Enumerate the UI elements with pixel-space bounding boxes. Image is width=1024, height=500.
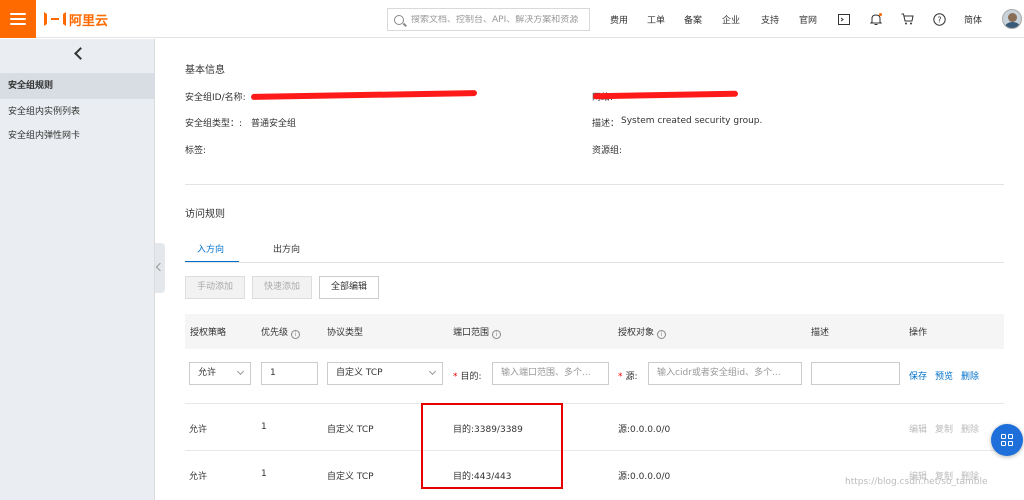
manual-add-button[interactable]: 手动添加	[185, 276, 245, 299]
chevron-down-icon	[428, 367, 437, 376]
chevron-down-icon	[236, 367, 245, 376]
sg-id-label: 安全组ID/名称:	[185, 93, 246, 103]
row-priority: 1	[261, 422, 267, 432]
terminal-icon[interactable]	[837, 12, 851, 26]
info-icon[interactable]: i	[492, 330, 502, 339]
search-box[interactable]	[387, 8, 590, 31]
row-delete-button[interactable]: 删除	[961, 422, 979, 435]
language-switch[interactable]: 简体	[964, 0, 982, 38]
header-policy: 授权策略	[190, 328, 227, 338]
row-edit-button[interactable]: 编辑	[909, 422, 927, 435]
row-object: 源:0.0.0.0/0	[618, 425, 671, 435]
sg-type-label: 安全组类型：:	[185, 119, 243, 129]
header-desc: 描述	[811, 328, 830, 338]
access-rules-title: 访问规则	[185, 209, 225, 220]
header-protocol: 协议类型	[327, 328, 364, 338]
sg-type-value: 普通安全组	[251, 119, 297, 129]
dest-label: * 目的:	[453, 369, 482, 382]
redaction-mark	[592, 90, 739, 100]
main-content: 基本信息 安全组ID/名称: 网络: 安全组类型：: 普通安全组 描述： Sys…	[165, 39, 1024, 500]
nav-official-site[interactable]: 官网	[799, 0, 817, 38]
sidebar-item-rules[interactable]: 安全组规则	[0, 73, 155, 99]
src-label-text: 源:	[625, 372, 638, 382]
brand-name: 阿里云	[69, 13, 109, 29]
header-priority-label: 优先级	[261, 328, 289, 338]
dest-label-text: 目的:	[460, 372, 482, 382]
aliyun-logo-icon	[44, 12, 66, 26]
policy-select[interactable]: 允许	[189, 362, 251, 385]
delete-link[interactable]: 删除	[961, 369, 979, 382]
menu-icon[interactable]	[0, 0, 36, 38]
row-policy: 允许	[189, 425, 208, 435]
basic-info-title: 基本信息	[185, 65, 225, 76]
save-link[interactable]: 保存	[909, 369, 927, 382]
priority-input[interactable]: 1	[261, 362, 318, 385]
edit-all-button[interactable]: 全部编辑	[319, 276, 379, 299]
resource-group-label: 资源组:	[592, 146, 623, 156]
annotation-highlight	[421, 403, 563, 489]
avatar[interactable]	[1002, 9, 1022, 29]
row-protocol: 自定义 TCP	[327, 425, 374, 435]
auth-object-input[interactable]: 输入cidr或者安全组id、多个...	[648, 362, 802, 385]
header-ops: 操作	[909, 328, 928, 338]
header-priority: 优先级 i	[261, 325, 301, 339]
row-divider	[185, 450, 1004, 451]
sidebar-item-enis[interactable]: 安全组内弹性网卡	[0, 123, 155, 149]
required-mark: *	[618, 372, 623, 382]
nav-enterprise[interactable]: 企业	[722, 0, 740, 38]
nav-tickets[interactable]: 工单	[647, 0, 665, 38]
src-label: * 源:	[618, 369, 638, 382]
header-object: 授权对象 i	[618, 325, 667, 339]
required-mark: *	[453, 372, 458, 382]
redaction-mark	[250, 90, 478, 100]
help-icon[interactable]: ?	[932, 12, 946, 26]
watermark: https://blog.csdn.net/so_tamble	[845, 477, 988, 487]
desc-label: 描述：	[592, 119, 620, 129]
port-range-input[interactable]: 输入端口范围、多个...	[492, 362, 609, 385]
sidebar: 安全组规则 安全组内实例列表 安全组内弹性网卡	[0, 39, 155, 500]
row-protocol: 自定义 TCP	[327, 472, 374, 482]
back-arrow-icon[interactable]	[74, 47, 87, 60]
top-bar: 阿里云 费用 工单 备案 企业 支持 官网 ? 简体	[0, 0, 1024, 38]
brand-logo[interactable]: 阿里云	[44, 10, 109, 29]
bell-icon[interactable]	[869, 12, 883, 26]
nav-fees[interactable]: 费用	[610, 0, 628, 38]
svg-text:?: ?	[937, 15, 941, 24]
policy-select-value: 允许	[198, 368, 217, 378]
desc-value: System created security group.	[621, 116, 763, 126]
description-input[interactable]	[811, 362, 900, 385]
preview-link[interactable]: 预览	[935, 369, 953, 382]
tabs-divider	[185, 262, 1004, 263]
cart-icon[interactable]	[900, 12, 914, 26]
protocol-select-value: 自定义 TCP	[336, 368, 383, 378]
table-header	[185, 314, 1004, 349]
grid-icon	[1001, 434, 1013, 446]
tab-inbound[interactable]: 入方向	[197, 242, 224, 255]
nav-support[interactable]: 支持	[761, 0, 779, 38]
info-icon[interactable]: i	[657, 330, 667, 339]
header-port: 端口范围 i	[453, 325, 502, 339]
divider	[185, 184, 1004, 185]
row-copy-button[interactable]: 复制	[935, 422, 953, 435]
tags-label: 标签:	[185, 146, 207, 156]
row-object: 源:0.0.0.0/0	[618, 472, 671, 482]
search-icon	[394, 14, 404, 25]
protocol-select[interactable]: 自定义 TCP	[327, 362, 443, 385]
sidebar-collapse-handle[interactable]	[155, 243, 165, 293]
search-input[interactable]	[411, 14, 586, 25]
header-object-label: 授权对象	[618, 328, 655, 338]
header-port-label: 端口范围	[453, 328, 490, 338]
quick-add-button[interactable]: 快速添加	[252, 276, 312, 299]
info-icon[interactable]: i	[291, 330, 301, 339]
quick-menu-button[interactable]	[991, 424, 1023, 456]
tab-outbound[interactable]: 出方向	[273, 242, 300, 255]
sidebar-item-instances[interactable]: 安全组内实例列表	[0, 99, 155, 125]
row-priority: 1	[261, 469, 267, 479]
row-divider	[185, 403, 1004, 404]
nav-filing[interactable]: 备案	[684, 0, 702, 38]
row-policy: 允许	[189, 472, 208, 482]
